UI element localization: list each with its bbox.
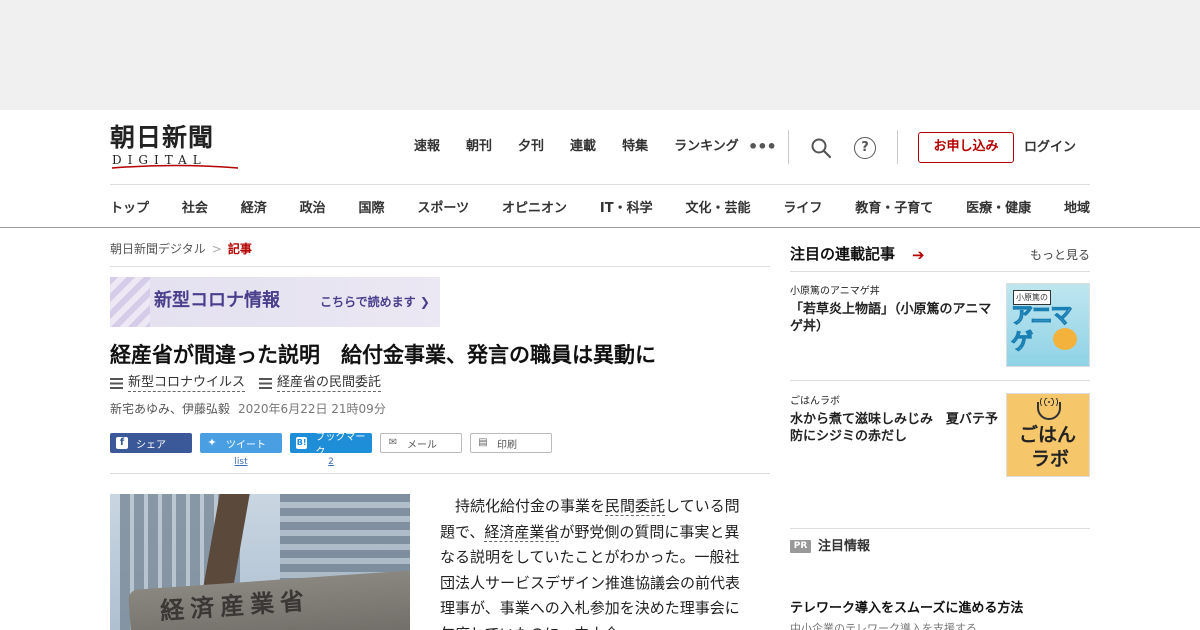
series-thumbnail: ごはん ラボ (1006, 393, 1090, 477)
series-title: 「若草炎上物語」（小原篤のアニマゲ丼） (790, 302, 992, 334)
article-authors: 新宅あゆみ、伊藤弘毅 (110, 402, 231, 416)
genre-international[interactable]: 国際 (359, 197, 385, 216)
top-nav-choukan[interactable]: 朝刊 (466, 138, 492, 156)
article-date: 2020年6月22日 21時09分 (238, 402, 386, 416)
article-photo[interactable]: 経済産業省 (110, 494, 410, 630)
pr-label: 注目情報 (818, 539, 871, 554)
pr-item-description[interactable]: 中小企業のテレワーク導入を支援する (790, 621, 1090, 630)
corona-info-banner[interactable]: 新型コロナ情報 こちらで読めます ❯ (110, 277, 440, 327)
thumb-character-icon (1053, 328, 1077, 350)
genre-education[interactable]: 教育・子育て (855, 197, 933, 216)
genre-sports[interactable]: スポーツ (417, 197, 469, 216)
help-icon[interactable]: ? (854, 137, 876, 159)
sidebar-header: 注目の連載記事 ➔ もっと見る (790, 244, 1090, 272)
genre-it-science[interactable]: IT・科学 (600, 197, 653, 216)
genre-region[interactable]: 地域 (1064, 197, 1090, 216)
series-category: ごはんラボ (790, 396, 840, 407)
twitter-share-button[interactable]: ✦ ツイート list (200, 433, 282, 467)
keyword-link[interactable]: 経済産業省 (484, 522, 560, 542)
tag-label: 新型コロナウイルス (128, 375, 246, 392)
thumb-label: 小原篤の (1013, 290, 1051, 305)
logo[interactable]: 朝日新聞 DIGITAL (110, 124, 242, 170)
series-thumbnail: 小原篤の アニマゲ (1006, 283, 1090, 367)
share-label: シェア (136, 439, 166, 451)
genre-health[interactable]: 医療・健康 (966, 197, 1031, 216)
genre-society[interactable]: 社会 (182, 197, 208, 216)
article-tags: 新型コロナウイルス 経産省の民間委託 (110, 375, 382, 392)
series-title: 水から煮て滋味しみじみ 夏バテ予防にシジミの赤だし (790, 412, 999, 444)
genre-politics[interactable]: 政治 (300, 197, 326, 216)
top-nav-yukan[interactable]: 夕刊 (518, 138, 544, 156)
tag-label: 経産省の民間委託 (277, 375, 382, 392)
top-nav-ranking[interactable]: ランキング (674, 138, 739, 156)
sidebar-title[interactable]: 注目の連載記事 (790, 244, 895, 264)
corona-banner-title: 新型コロナ情報 (154, 290, 280, 311)
tag-corona[interactable]: 新型コロナウイルス (110, 375, 246, 392)
share-label: 印刷 (497, 439, 517, 451)
hatena-bookmark-button[interactable]: B! ブックマーク 2 (290, 432, 372, 467)
genre-top[interactable]: トップ (110, 197, 149, 216)
pr-section-header: PR 注目情報 (790, 528, 1090, 562)
genre-economy[interactable]: 経済 (241, 197, 267, 216)
sidebar-more-link[interactable]: もっと見る (1030, 247, 1090, 263)
article-headline: 経産省が間違った説明 給付金事業、発言の職員は異動に (110, 343, 656, 367)
top-nav-tokushu[interactable]: 特集 (622, 138, 648, 156)
pr-badge: PR (790, 540, 811, 553)
mail-icon: ✉ (388, 437, 398, 448)
arrow-right-icon[interactable]: ➔ (912, 247, 925, 263)
divider (110, 473, 770, 474)
share-label: ブックマーク (315, 432, 366, 458)
top-nav: 速報 朝刊 夕刊 連載 特集 ランキング (414, 138, 765, 156)
logo-swoosh-icon (111, 164, 239, 169)
top-nav-rensai[interactable]: 連載 (570, 138, 596, 156)
breadcrumb-home[interactable]: 朝日新聞デジタル (110, 242, 206, 256)
corona-banner-link: こちらで読めます ❯ (320, 295, 430, 309)
genre-life[interactable]: ライフ (783, 197, 822, 216)
bowl-icon (1037, 402, 1061, 420)
share-buttons: f シェア ✦ ツイート list B! ブックマーク 2 ✉ メール ▤ 印刷 (110, 432, 552, 467)
genre-nav: トップ 社会 経済 政治 国際 スポーツ オピニオン IT・科学 文化・芸能 ラ… (110, 184, 1090, 228)
byline: 新宅あゆみ、伊藤弘毅 2020年6月22日 21時09分 (110, 400, 386, 417)
divider (790, 380, 1090, 381)
top-nav-sokuho[interactable]: 速報 (414, 138, 440, 156)
list-icon (259, 378, 273, 389)
genre-opinion[interactable]: オピニオン (502, 197, 567, 216)
pr-item-title[interactable]: テレワーク導入をスムーズに進める方法 (790, 600, 1023, 617)
keyword-link[interactable]: 民間委託 (605, 497, 666, 516)
share-label: メール (407, 439, 437, 451)
ad-banner (0, 0, 1200, 110)
subscribe-button[interactable]: お申し込み (918, 132, 1014, 163)
facebook-icon: f (116, 437, 128, 449)
hatena-icon: B! (296, 437, 308, 449)
print-icon: ▤ (478, 437, 488, 448)
twitter-count-link[interactable]: list (200, 457, 282, 467)
header-divider (788, 130, 789, 164)
share-label: ツイート (226, 439, 266, 451)
site-header: 朝日新聞 DIGITAL 速報 朝刊 夕刊 連載 特集 ランキング ••• ? … (0, 110, 1200, 228)
body-text: 持続化給付金の事業を (455, 497, 606, 515)
more-menu-icon[interactable]: ••• (748, 138, 777, 156)
print-button[interactable]: ▤ 印刷 (470, 433, 552, 453)
login-link[interactable]: ログイン (1024, 139, 1076, 157)
tag-meti-outsourcing[interactable]: 経産省の民間委託 (259, 375, 382, 392)
search-icon[interactable] (810, 137, 832, 159)
list-icon (110, 378, 123, 389)
divider (110, 266, 770, 267)
thumb-title: ラボ (1031, 448, 1070, 470)
breadcrumb: 朝日新聞デジタル > 記事 (110, 240, 252, 257)
logo-main-text: 朝日新聞 (110, 123, 215, 152)
facebook-share-button[interactable]: f シェア (110, 433, 192, 453)
mail-share-button[interactable]: ✉ メール (380, 433, 462, 453)
genre-culture[interactable]: 文化・芸能 (685, 197, 750, 216)
banner-stripes (110, 277, 150, 327)
article-body: 持続化給付金の事業を民間委託している問題で、経済産業省が野党側の質問に事実と異な… (440, 494, 750, 630)
header-divider (897, 130, 898, 164)
thumb-title: ごはん (1019, 424, 1077, 446)
twitter-icon: ✦ (207, 436, 217, 449)
breadcrumb-current: 記事 (227, 242, 252, 256)
series-category: 小原篤のアニマゲ丼 (790, 286, 880, 297)
hatena-count-link[interactable]: 2 (290, 457, 372, 467)
thumb-title: アニマゲ (1011, 304, 1074, 356)
breadcrumb-separator: > (211, 242, 222, 256)
